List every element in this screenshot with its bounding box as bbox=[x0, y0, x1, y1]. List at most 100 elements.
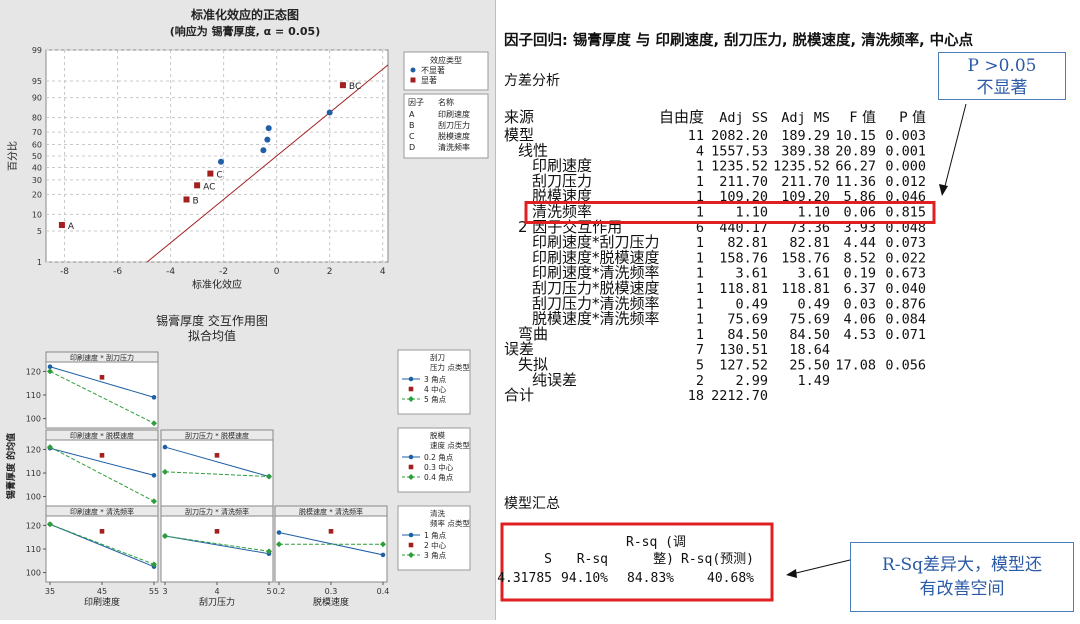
effect-point-label: C bbox=[216, 171, 222, 181]
interaction-xlabel: 脱模速度 bbox=[313, 596, 349, 608]
interaction-panel: 印刷速度 * 刮刀压力 100 110 120 bbox=[26, 351, 159, 429]
interaction-legend: 刮刀压力 点类型 3 角点4 中心5 角点 bbox=[397, 349, 471, 415]
interaction-legend-item: 0.3 中心 bbox=[424, 462, 454, 472]
interaction-point-low bbox=[47, 364, 53, 370]
anova-heading: 方差分析 bbox=[504, 73, 560, 89]
anova-row: 纯误差 2 2.99 1.49 bbox=[532, 371, 830, 389]
anova-f: 11.36 bbox=[835, 174, 876, 190]
anova-p: 0.012 bbox=[885, 174, 926, 190]
interaction-point-center bbox=[214, 453, 220, 458]
interaction-y-tick: 110 bbox=[26, 545, 41, 554]
summary-col: S bbox=[544, 552, 552, 567]
anova-ms: 18.64 bbox=[789, 342, 830, 358]
anova-col-ss: Adj SS bbox=[719, 110, 768, 126]
anova-ss: 1235.52 bbox=[711, 159, 768, 175]
anova-f: 17.08 bbox=[835, 358, 876, 374]
anova-df: 1 bbox=[696, 235, 704, 251]
y-tick-label: 30 bbox=[32, 176, 42, 185]
effect-point-significant bbox=[58, 221, 65, 228]
factor-code: D bbox=[409, 143, 415, 152]
summary-value: 94.10% bbox=[561, 571, 608, 586]
anova-df: 7 bbox=[696, 342, 704, 358]
anova-df: 1 bbox=[696, 205, 704, 221]
interaction-panel-title: 刮刀压力 * 脱模速度 bbox=[185, 431, 249, 440]
summary-value: 84.83% bbox=[627, 571, 674, 586]
anova-col-ms: Adj MS bbox=[781, 110, 830, 126]
interaction-panel: 脱模速度 * 清洗频率 0.2 0.3 0.4 bbox=[273, 505, 390, 596]
anova-f: 4.53 bbox=[843, 327, 876, 343]
effect-point-not-significant bbox=[260, 147, 267, 154]
rsq-callout-line2: 有改善空间 bbox=[919, 579, 1005, 599]
anova-p: 0.071 bbox=[885, 327, 926, 343]
interaction-x-tick: 45 bbox=[97, 587, 107, 596]
summary-header-top: R-sq (调 bbox=[626, 535, 686, 550]
interaction-legend-title: 频率 点类型 bbox=[430, 518, 470, 528]
anova-ss: 82.81 bbox=[727, 235, 768, 251]
anova-df: 1 bbox=[696, 296, 704, 312]
interaction-legend-item: 0.2 角点 bbox=[424, 452, 454, 462]
interaction-y-tick: 120 bbox=[26, 445, 41, 454]
anova-source: 脱模速度*清洗频率 bbox=[532, 310, 660, 328]
anova-df: 4 bbox=[696, 143, 704, 159]
summary-value: 4.31785 bbox=[497, 571, 552, 586]
anova-ss: 127.52 bbox=[719, 358, 768, 374]
normal-plot-ylabel: 百分比 bbox=[7, 141, 19, 171]
anova-p: 0.040 bbox=[885, 281, 926, 297]
anova-df: 1 bbox=[696, 281, 704, 297]
interaction-legend-title: 脱模 bbox=[430, 430, 445, 440]
anova-ms: 211.70 bbox=[781, 174, 830, 190]
anova-col-df: 自由度 bbox=[659, 108, 704, 126]
interaction-panel-frame bbox=[160, 429, 274, 507]
anova-ss: 1.10 bbox=[735, 205, 768, 221]
legend-square-marker bbox=[410, 77, 416, 83]
anova-f: 6.37 bbox=[843, 281, 876, 297]
effect-type-legend-title: 效应类型 bbox=[430, 55, 462, 65]
normal-plot-legend: 效应类型不显著显著因子 名称 A 印刷速度 B 刮刀压力 C 脱模速度 D 清洗频率 bbox=[403, 51, 489, 159]
anova-df: 2 bbox=[696, 373, 704, 389]
x-tick-label: -2 bbox=[219, 267, 228, 277]
anova-p: 0.056 bbox=[885, 358, 926, 374]
interaction-legend-title: 速度 点类型 bbox=[430, 440, 470, 450]
interaction-x-tick: 4 bbox=[214, 587, 219, 596]
interaction-panel: 印刷速度 * 清洗频率 100 110 120 35 45 55 bbox=[26, 505, 159, 596]
anova-ss: 1557.53 bbox=[711, 143, 768, 159]
y-tick-label: 10 bbox=[32, 210, 42, 219]
interaction-y-tick: 100 bbox=[26, 569, 41, 578]
anova-f: 4.06 bbox=[843, 312, 876, 328]
legend-item-label: 不显著 bbox=[421, 65, 445, 75]
x-tick-label: 0 bbox=[274, 267, 280, 277]
anova-ms: 1235.52 bbox=[773, 159, 830, 175]
interaction-legend-title: 压力 点类型 bbox=[430, 362, 470, 372]
interaction-point-center bbox=[328, 529, 334, 534]
p-value-callout: P >0.05 不显著 bbox=[938, 52, 1066, 100]
interaction-x-tick: 35 bbox=[45, 587, 55, 596]
anova-p: 0.073 bbox=[885, 235, 926, 251]
interaction-x-tick: 5 bbox=[266, 587, 271, 596]
interaction-panel-title: 脱模速度 * 清洗频率 bbox=[299, 507, 363, 516]
interaction-point-center bbox=[214, 529, 220, 534]
y-tick-label: 90 bbox=[32, 94, 42, 103]
interaction-y-tick: 100 bbox=[26, 415, 41, 424]
normal-plot-title: 标准化效应的正态图 bbox=[190, 7, 299, 22]
legend-item-label: 显著 bbox=[421, 75, 437, 85]
interaction-x-tick: 0.4 bbox=[377, 587, 390, 596]
legend-marker bbox=[408, 464, 414, 470]
anova-p: 0.876 bbox=[885, 296, 926, 312]
rsq-callout-line1: R-Sq差异大，模型还 bbox=[881, 555, 1043, 575]
anova-ms: 84.50 bbox=[789, 327, 830, 343]
interaction-xlabel: 刮刀压力 bbox=[199, 596, 235, 608]
rsq-callout-arrowhead bbox=[786, 569, 797, 578]
anova-ss: 130.51 bbox=[719, 342, 768, 358]
rsq-callout-arrow-line bbox=[791, 559, 851, 575]
anova-col-f: F 值 bbox=[849, 110, 876, 126]
interaction-x-tick: 3 bbox=[162, 587, 167, 596]
x-tick-label: -4 bbox=[166, 267, 175, 277]
effect-point-label: B bbox=[193, 196, 199, 206]
factor-code: A bbox=[409, 110, 415, 119]
anova-f: 4.44 bbox=[843, 235, 876, 251]
interaction-point-low bbox=[151, 473, 157, 478]
effect-point-label: AC bbox=[203, 182, 215, 192]
interaction-panel-frame bbox=[45, 351, 159, 429]
anova-f: 0.19 bbox=[843, 266, 876, 282]
anova-ms: 1.49 bbox=[797, 373, 830, 389]
